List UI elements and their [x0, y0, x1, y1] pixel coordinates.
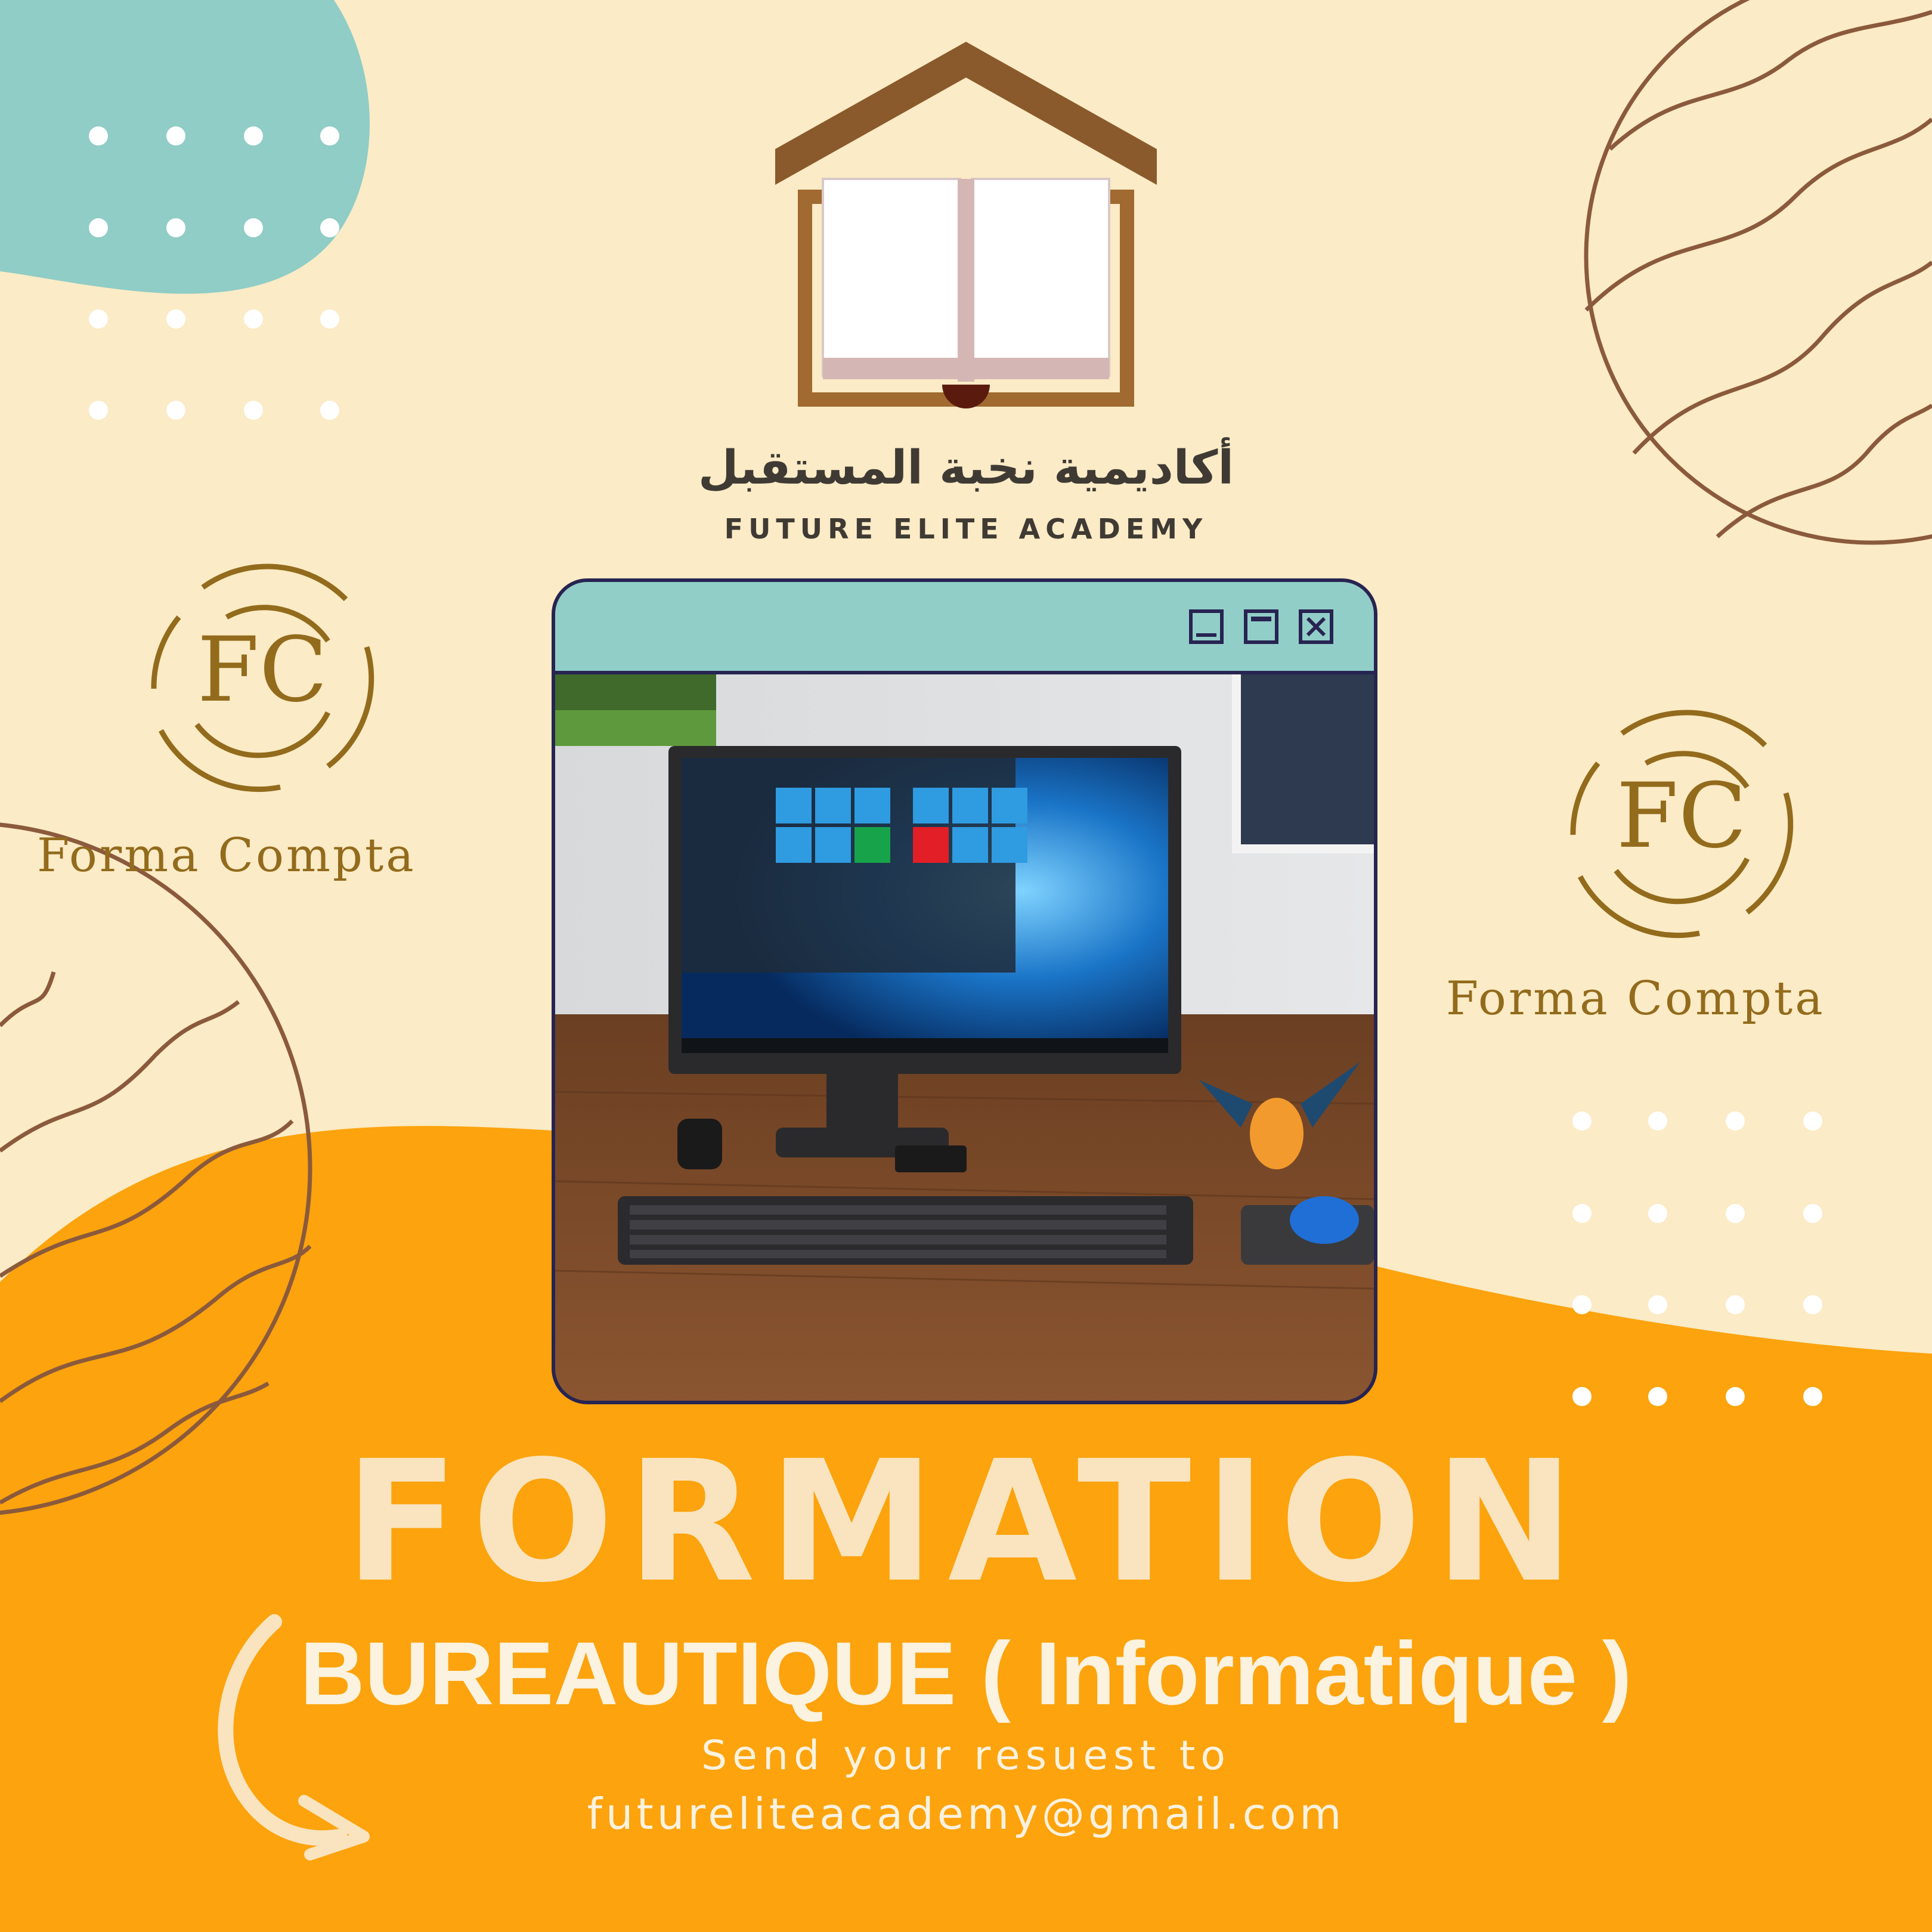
maximize-icon[interactable] — [1244, 609, 1278, 644]
window-frame — [552, 578, 1377, 1404]
forma-compta-name-left: Forma Compta — [37, 829, 416, 883]
teal-blob — [0, 0, 370, 294]
headline: FORMATION — [344, 1425, 1588, 1620]
roof-icon — [775, 42, 1157, 185]
desktop-computer-photo — [555, 674, 1374, 1401]
academy-arabic-name: أكاديمية نخبة المستقبل — [698, 441, 1234, 495]
fc-monogram: FC — [1617, 764, 1747, 868]
academy-logo — [775, 42, 1157, 408]
forma-compta-name-right: Forma Compta — [1446, 972, 1825, 1026]
minimize-icon[interactable] — [1189, 609, 1224, 644]
forma-compta-logo-left: FC — [151, 564, 374, 792]
fc-monogram: FC — [197, 618, 328, 722]
window-title-bar — [555, 582, 1374, 674]
forma-compta-logo-right: FC — [1570, 710, 1794, 939]
academy-english-name: FUTURE ELITE ACADEMY — [724, 513, 1208, 545]
striped-circle-top-right — [1584, 0, 1932, 545]
open-book-icon — [822, 178, 1110, 408]
curved-arrow-icon — [218, 1614, 370, 1860]
close-icon[interactable] — [1299, 609, 1333, 644]
